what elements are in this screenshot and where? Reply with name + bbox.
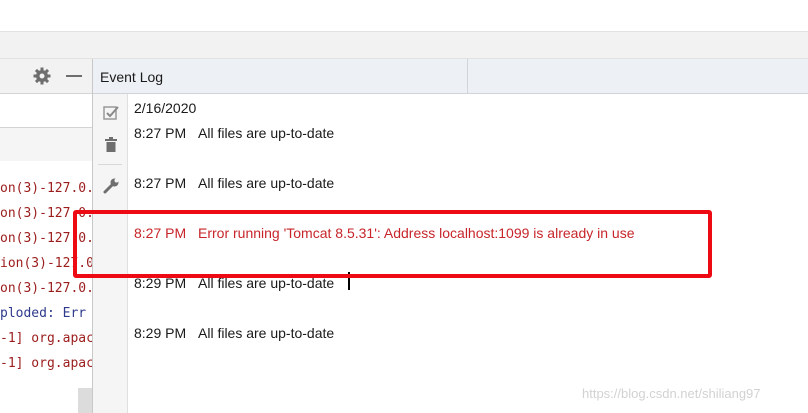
console-line: -1] org.apache xyxy=(0,356,92,371)
event-log-header: Event Log xyxy=(93,59,808,94)
checkmark-icon[interactable] xyxy=(102,104,120,122)
console-line: ploded: Err xyxy=(0,306,87,321)
error-highlight-box xyxy=(73,210,712,278)
log-message: All files are up-to-date xyxy=(198,175,335,191)
log-time: 8:27 PM xyxy=(134,175,187,191)
gear-icon[interactable] xyxy=(33,67,51,85)
console-line: on(3)-127.0.0.1 xyxy=(0,281,92,296)
run-panel-header xyxy=(0,59,92,94)
console-line: -1] org.apache xyxy=(0,331,92,346)
log-message: All files are up-to-date xyxy=(198,325,335,341)
event-log-title[interactable]: Event Log xyxy=(100,69,163,85)
toolbar-separator xyxy=(98,164,122,165)
title-bar xyxy=(0,0,808,31)
log-entry: 8:27 PM All files are up-to-date xyxy=(134,175,334,191)
log-date: 2/16/2020 xyxy=(134,100,197,116)
wrench-icon[interactable] xyxy=(102,177,120,195)
log-message: All files are up-to-date xyxy=(198,125,335,141)
run-panel-tabbar xyxy=(0,94,92,128)
log-time: 8:29 PM xyxy=(134,325,187,341)
tab-divider xyxy=(467,59,468,93)
minimize-icon[interactable] xyxy=(66,75,82,77)
log-time: 8:27 PM xyxy=(134,125,187,141)
main-toolbar xyxy=(0,31,808,59)
trash-icon[interactable] xyxy=(102,136,120,154)
run-panel-toolbar xyxy=(0,128,92,161)
log-entry: 8:27 PM All files are up-to-date xyxy=(134,125,334,141)
console-line: on(3)-127.0.0.1 xyxy=(0,181,92,196)
console-scrollbar[interactable] xyxy=(78,388,92,413)
watermark: https://blog.csdn.net/shiliang97 xyxy=(582,386,761,401)
log-entry: 8:29 PM All files are up-to-date xyxy=(134,325,334,341)
